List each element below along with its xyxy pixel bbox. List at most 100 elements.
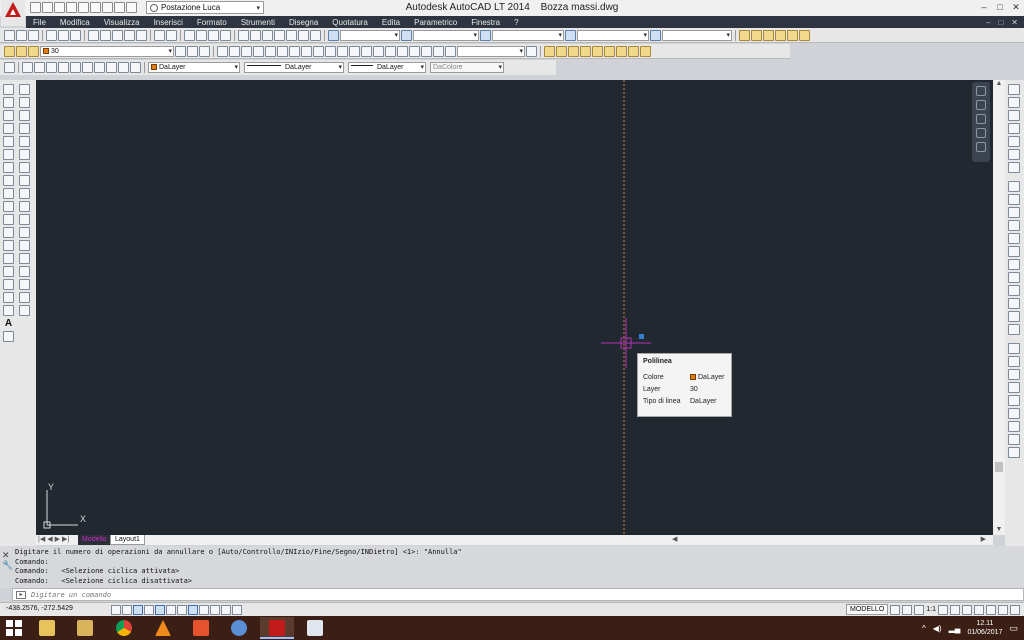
osnap-nearest-icon[interactable] — [1008, 298, 1020, 309]
ordinate-dimension-icon[interactable] — [253, 45, 264, 57]
showmotion-icon[interactable] — [976, 142, 986, 152]
circle-icon[interactable] — [3, 162, 14, 173]
plot-preview-icon[interactable] — [58, 29, 69, 41]
point-icon[interactable] — [3, 253, 14, 264]
save-icon[interactable] — [28, 29, 39, 41]
ucs-3point-icon[interactable] — [106, 62, 117, 73]
continue-dimension-icon[interactable] — [337, 45, 348, 57]
revision-cloud-icon[interactable] — [3, 175, 14, 186]
add-selected-icon[interactable] — [3, 331, 14, 342]
taskbar-vlc[interactable] — [146, 617, 180, 639]
erase-icon[interactable] — [19, 84, 30, 95]
scroll-right-icon[interactable]: ▶ — [981, 535, 986, 543]
help-icon[interactable] — [310, 29, 321, 41]
break-at-point-icon[interactable] — [19, 227, 30, 238]
wrench-icon[interactable]: 🔧 — [2, 560, 13, 570]
grid-display-icon[interactable] — [122, 605, 132, 615]
move-icon[interactable] — [19, 149, 30, 160]
first-tab-icon[interactable]: |◀ — [38, 535, 45, 545]
notifications-icon[interactable]: ▭ — [1009, 623, 1018, 634]
zoom-extents-icon[interactable] — [1008, 447, 1020, 458]
zoom-center-icon[interactable] — [1008, 382, 1020, 393]
osnap-center-icon[interactable] — [1008, 220, 1020, 231]
arc-length-icon[interactable] — [241, 45, 252, 57]
osnap-tangent-icon[interactable] — [1008, 246, 1020, 257]
layer-turn-all-on-icon[interactable] — [604, 45, 615, 57]
dimension-update-icon[interactable] — [445, 45, 456, 57]
taskbar-chrome[interactable] — [107, 617, 141, 639]
layer-unlock-icon[interactable] — [592, 45, 603, 57]
osnap-midpoint-icon[interactable] — [1008, 194, 1020, 205]
dim-arc-icon[interactable] — [1008, 110, 1020, 121]
chevron-up-icon[interactable]: ^ — [922, 624, 926, 633]
open-file-icon[interactable] — [42, 2, 53, 13]
jogged-linear-icon[interactable] — [409, 45, 420, 57]
quick-view-drawings-icon[interactable] — [902, 604, 913, 615]
ucs-zaxis-icon[interactable] — [94, 62, 105, 73]
plot-icon[interactable] — [46, 29, 57, 41]
annotation-scale-icon[interactable] — [914, 604, 925, 615]
markup-icon[interactable] — [286, 29, 297, 41]
plot-icon[interactable] — [78, 2, 89, 13]
cursor-coordinates[interactable]: -438.2576, -272.5429 — [6, 605, 73, 612]
polyline-icon[interactable] — [3, 110, 14, 121]
layer-match-icon[interactable] — [199, 45, 210, 57]
gradient-icon[interactable] — [3, 279, 14, 290]
multileader-style-icon[interactable] — [565, 29, 576, 41]
layer-isolate-icon[interactable] — [763, 29, 774, 41]
jogged-dimension-icon[interactable] — [277, 45, 288, 57]
polygon-icon[interactable] — [3, 123, 14, 134]
workspace-select[interactable]: Postazione Luca ▾ — [146, 1, 264, 14]
scroll-up-icon[interactable]: ▲ — [993, 80, 1005, 87]
maximize-button[interactable]: □ — [992, 0, 1008, 15]
new-icon[interactable] — [4, 29, 15, 41]
zoom-window-icon[interactable] — [208, 29, 219, 41]
isolate-objects-icon[interactable] — [998, 604, 1008, 615]
zoom-previous-icon[interactable] — [220, 29, 231, 41]
menu-inserisci[interactable]: Inserisci — [147, 18, 190, 27]
center-mark-icon[interactable] — [385, 45, 396, 57]
layer-off-icon[interactable] — [775, 29, 786, 41]
menu-quotatura[interactable]: Quotatura — [325, 18, 375, 27]
offset-icon[interactable] — [19, 123, 30, 134]
tool-palettes-icon[interactable] — [262, 29, 273, 41]
osnap-perpendicular-icon[interactable] — [1008, 259, 1020, 270]
dim-jogged-icon[interactable] — [1008, 149, 1020, 160]
hatch-icon[interactable] — [3, 266, 14, 277]
orbit-icon[interactable] — [976, 128, 986, 138]
drawing-area[interactable]: Y X Polilinea Colore DaLayer Layer 30 Ti… — [36, 80, 993, 535]
layer-previous-icon[interactable] — [187, 45, 198, 57]
color-select[interactable]: DaLayer — [148, 62, 240, 73]
pan-icon[interactable] — [184, 29, 195, 41]
windows-start-icon[interactable] — [6, 620, 22, 636]
selection-cycling-status-icon[interactable] — [232, 605, 242, 615]
vertical-scrollbar[interactable]: ▲ ▼ — [993, 80, 1005, 535]
osnap-parallel-icon[interactable] — [1008, 272, 1020, 283]
layer-freeze-icon[interactable] — [787, 29, 798, 41]
arc-icon[interactable] — [3, 149, 14, 160]
layer-merge-icon[interactable] — [556, 45, 567, 57]
dim-diameter-icon[interactable] — [1008, 162, 1020, 173]
clock[interactable]: 12.11 01/06/2017 — [967, 619, 1002, 637]
taskbar-document[interactable] — [298, 617, 332, 639]
extend-icon[interactable] — [19, 214, 30, 225]
paste-icon[interactable] — [112, 29, 123, 41]
ellipse-icon[interactable] — [3, 201, 14, 212]
break-icon[interactable] — [19, 240, 30, 251]
layer-thaw-all-icon[interactable] — [616, 45, 627, 57]
osnap-quadrant-icon[interactable] — [1008, 233, 1020, 244]
rotate-icon[interactable] — [19, 162, 30, 173]
ucs-previous-icon[interactable] — [34, 62, 45, 73]
tab-layout1[interactable]: Layout1 — [110, 535, 145, 545]
visual-style-icon[interactable] — [650, 29, 661, 41]
sheet-set-icon[interactable] — [274, 29, 285, 41]
linear-dimension-icon[interactable] — [217, 45, 228, 57]
linetype-select[interactable]: DaLayer — [244, 62, 344, 73]
taskbar-file-manager[interactable] — [68, 617, 102, 639]
trim-icon[interactable] — [19, 201, 30, 212]
save-as-icon[interactable] — [66, 2, 77, 13]
lineweight-icon[interactable] — [199, 605, 209, 615]
redo-icon[interactable] — [166, 29, 177, 41]
publish-icon[interactable] — [70, 29, 81, 41]
construction-line-icon[interactable] — [3, 97, 14, 108]
